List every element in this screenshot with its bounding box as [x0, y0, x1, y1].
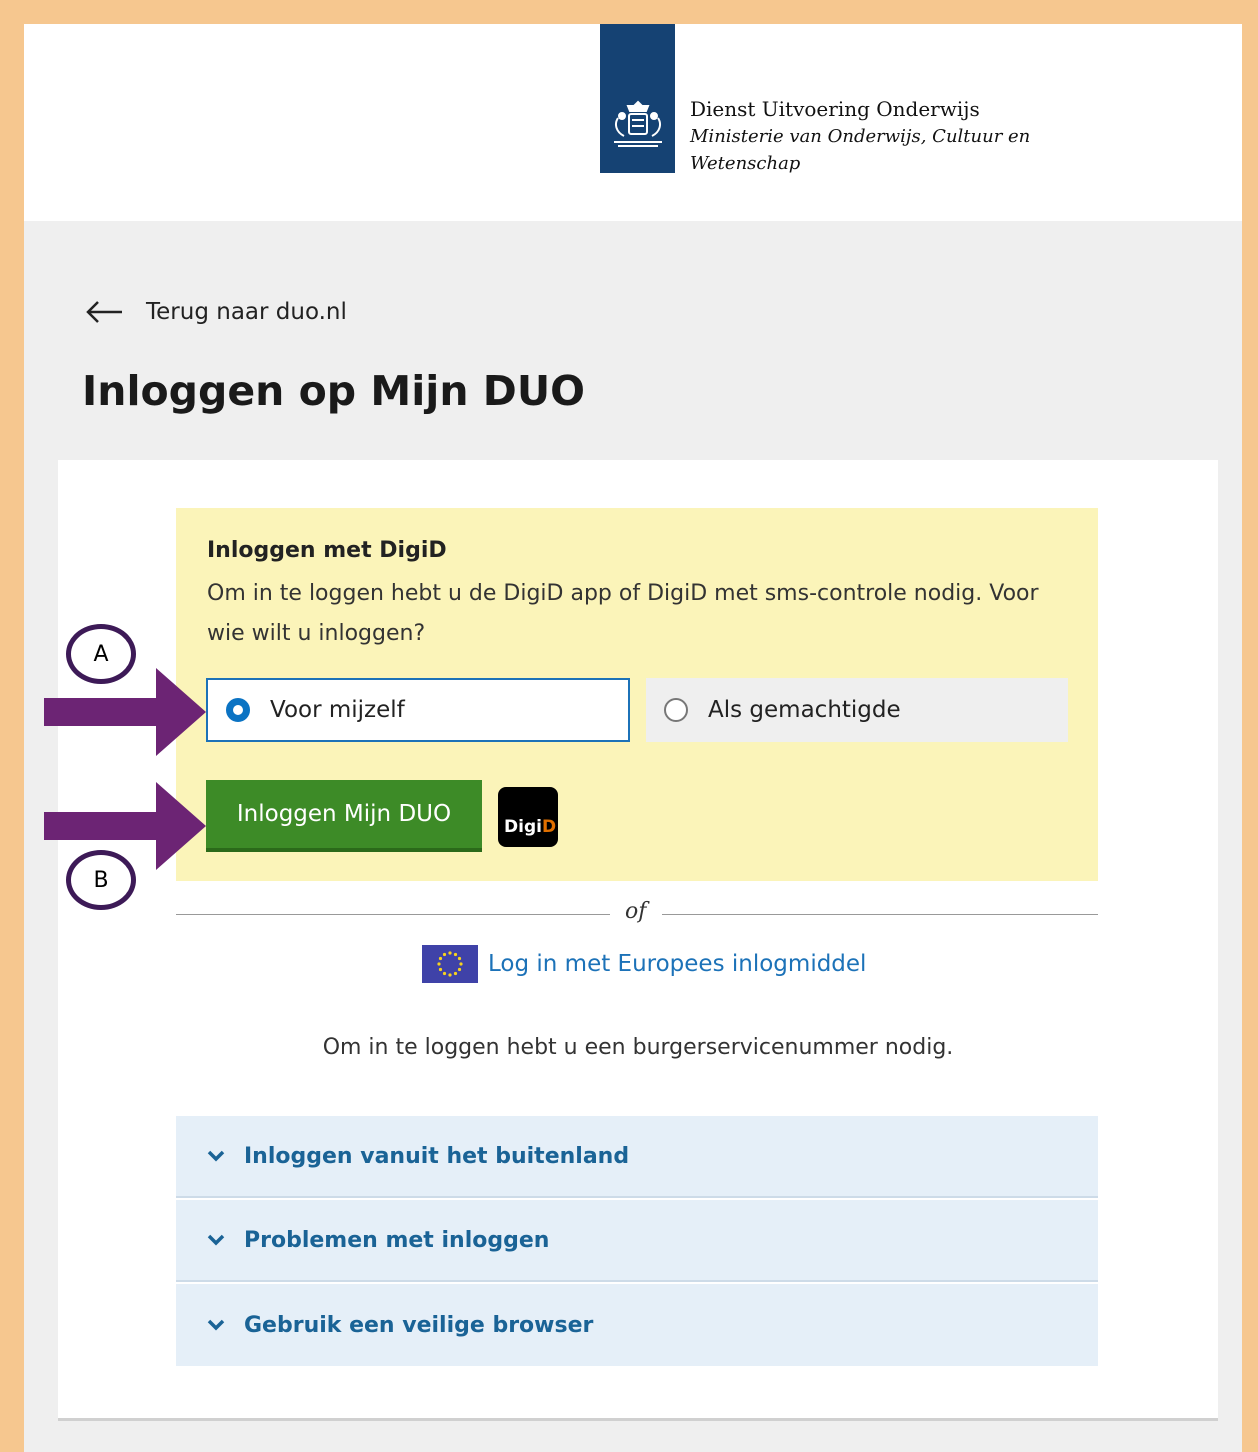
option-als-gemachtigde[interactable]: Als gemachtigde — [646, 678, 1068, 742]
eu-login-link[interactable]: Log in met Europees inlogmiddel — [422, 945, 866, 983]
option-label: Als gemachtigde — [708, 697, 901, 723]
accordion-problemen[interactable]: Problemen met inloggen — [176, 1200, 1098, 1282]
digid-logo-icon: DigiD — [498, 787, 558, 847]
divider-line-right — [662, 914, 1098, 915]
accordion-veilige-browser[interactable]: Gebruik een veilige browser — [176, 1284, 1098, 1366]
radio-unchecked-icon[interactable] — [664, 698, 688, 722]
or-divider: of — [176, 899, 1098, 927]
divider-text: of — [625, 899, 647, 924]
annotation-arrow-b-icon — [44, 782, 206, 870]
login-card: Inloggen met DigiD Om in te loggen hebt … — [58, 460, 1218, 1421]
digid-description: Om in te loggen hebt u de DigiD app of D… — [207, 581, 1039, 646]
organisation-name: Dienst Uitvoering Onderwijs Ministerie v… — [690, 96, 1030, 177]
digid-title: Inloggen met DigiD — [207, 538, 447, 563]
accordion-label: Problemen met inloggen — [244, 1227, 550, 1253]
eu-flag-icon — [422, 945, 478, 983]
divider-line-left — [176, 914, 610, 915]
back-link-label: Terug naar duo.nl — [146, 299, 347, 325]
coat-of-arms-icon — [614, 100, 662, 147]
accordion-buitenland[interactable]: Inloggen vanuit het buitenland — [176, 1116, 1098, 1198]
option-label: Voor mijzelf — [270, 697, 405, 723]
org-name-line3: Wetenschap — [690, 153, 801, 174]
eu-login-label: Log in met Europees inlogmiddel — [488, 951, 867, 977]
org-name-line2: Ministerie van Onderwijs, Cultuur en — [690, 126, 1031, 147]
option-voor-mijzelf[interactable]: Voor mijzelf — [206, 678, 630, 742]
login-button[interactable]: Inloggen Mijn DUO — [206, 780, 482, 852]
accordion-label: Inloggen vanuit het buitenland — [244, 1143, 630, 1169]
chevron-down-icon — [207, 1319, 225, 1331]
annotation-label-a: A — [66, 624, 136, 684]
org-name-line1: Dienst Uitvoering Onderwijs — [690, 97, 980, 121]
annotation-label-b: B — [66, 850, 136, 910]
arrow-left-icon — [86, 301, 122, 323]
radio-checked-icon[interactable] — [226, 698, 250, 722]
digid-logo-text-a: Digi — [504, 817, 542, 837]
site-header: Dienst Uitvoering Onderwijs Ministerie v… — [24, 24, 1242, 221]
digid-section: Inloggen met DigiD Om in te loggen hebt … — [176, 508, 1098, 881]
digid-logo-text-b: D — [541, 817, 557, 837]
bsn-note: Om in te loggen hebt u een burgerservice… — [322, 1035, 954, 1060]
chevron-down-icon — [207, 1234, 225, 1246]
chevron-down-icon — [207, 1150, 225, 1162]
accordion-label: Gebruik een veilige browser — [244, 1312, 594, 1338]
rijksoverheid-logo-bar — [600, 24, 675, 173]
page-title: Inloggen op Mijn DUO — [82, 367, 585, 415]
annotation-arrow-a-icon — [44, 668, 206, 756]
back-link[interactable]: Terug naar duo.nl — [84, 294, 347, 330]
